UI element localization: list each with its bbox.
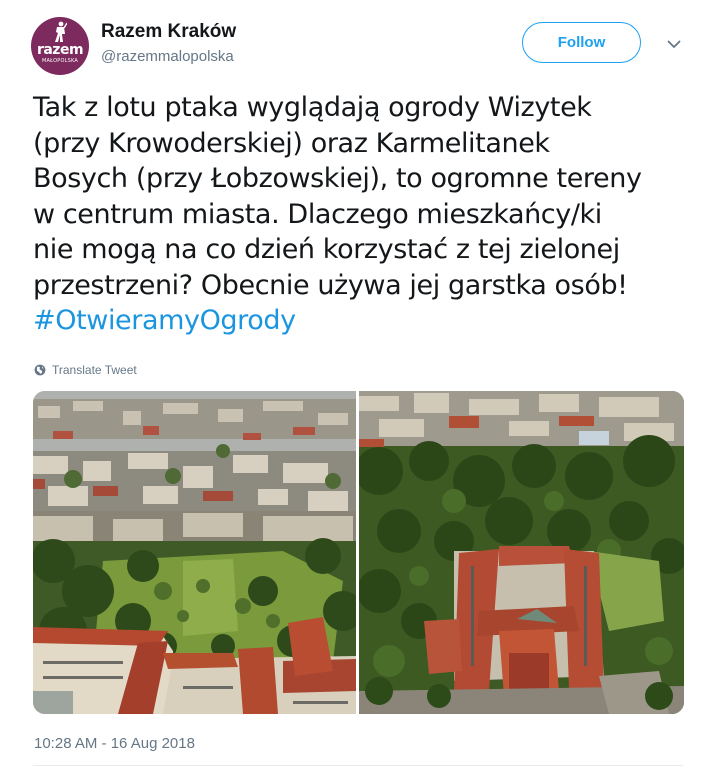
tweet-timestamp[interactable]: 10:28 AM - 16 Aug 2018 xyxy=(34,735,195,752)
avatar-logo-text: razem xyxy=(36,42,84,58)
avatar[interactable]: razem MAŁOPOLSKA xyxy=(31,17,89,75)
display-name[interactable]: Razem Kraków xyxy=(101,21,236,43)
chevron-down-icon[interactable] xyxy=(664,36,684,52)
divider xyxy=(33,765,683,766)
logo-figure-icon xyxy=(55,21,67,42)
tweet-text-line: Bosych (przy Łobzowskiej), to ogromne te… xyxy=(33,163,642,194)
tweet-text-line: (przy Krowoderskiej) oraz Karmelitanek xyxy=(33,127,550,159)
username[interactable]: @razemmalopolska xyxy=(101,48,234,65)
avatar-logo-subtext: MAŁOPOLSKA xyxy=(41,58,78,64)
tweet-text-line: w centrum miasta. Dlaczego mieszkańcy/ki xyxy=(33,198,602,230)
tweet-text-line: nie mogą na co dzień korzystać z tej zie… xyxy=(33,234,620,265)
aerial-photo-carmelite-gardens[interactable] xyxy=(359,391,684,714)
tweet-text: Tak z lotu ptaka wyglądają ogrody Wizyte… xyxy=(33,90,703,339)
globe-icon xyxy=(34,364,46,376)
translate-label: Translate Tweet xyxy=(52,363,137,377)
follow-button[interactable]: Follow xyxy=(522,22,641,63)
tweet-header: razem MAŁOPOLSKA Razem Kraków @razemmalo… xyxy=(0,0,720,90)
aerial-photo-wizytek-gardens[interactable] xyxy=(33,391,356,714)
hashtag-link[interactable]: #OtwieramyOgrody xyxy=(33,303,703,339)
translate-tweet-link[interactable]: Translate Tweet xyxy=(34,362,137,378)
tweet-text-line: przestrzeni? Obecnie używa jej garstka o… xyxy=(33,269,628,301)
tweet-text-line: Tak z lotu ptaka wyglądają ogrody Wizyte… xyxy=(33,92,592,123)
